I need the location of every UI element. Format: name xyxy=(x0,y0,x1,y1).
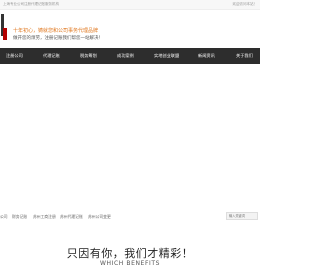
search-input[interactable] xyxy=(226,212,258,220)
top-bar-welcome[interactable]: 欢迎访问本站！ xyxy=(233,2,258,7)
nav-item-register-company[interactable]: 注册公司 xyxy=(6,48,23,64)
banner-area xyxy=(0,64,260,208)
top-bar-text: 上海专业公司注册代理记账服务机构 xyxy=(3,2,59,6)
nav-item-startup-alliance[interactable]: 实地创业联盟 xyxy=(154,48,179,64)
category-links: 公司 财务记账 苏州工商注册 苏州代理记账 苏州公司变更 xyxy=(0,212,260,222)
category-link[interactable]: 财务记账 xyxy=(12,214,27,220)
main-nav: 注册公司 代理记账 税务筹划 成功案例 实地创业联盟 新闻资讯 关于我们 xyxy=(0,48,260,64)
site-header: 十年初心，铸就您和公司事务代理品牌 做开您的烦劳，注册记账我们帮您一站解决！ xyxy=(0,10,260,48)
logo-mark-red xyxy=(3,28,7,40)
slogan-primary: 十年初心，铸就您和公司事务代理品牌 xyxy=(13,28,99,34)
nav-item-bookkeeping[interactable]: 代理记账 xyxy=(43,48,60,64)
nav-item-tax-planning[interactable]: 税务筹划 xyxy=(80,48,97,64)
logo[interactable] xyxy=(0,14,7,44)
top-bar: 上海专业公司注册代理记账服务机构 欢迎访问本站！ xyxy=(0,0,260,10)
section-title: 只因有你，我们才精彩！ xyxy=(66,247,194,260)
nav-item-cases[interactable]: 成功案例 xyxy=(117,48,134,64)
nav-item-about[interactable]: 关于我们 xyxy=(236,48,253,64)
category-link[interactable]: 苏州公司变更 xyxy=(88,214,111,220)
category-link[interactable]: 苏州代理记账 xyxy=(60,214,83,220)
slogan-secondary: 做开您的烦劳，注册记账我们帮您一站解决！ xyxy=(13,36,103,41)
category-link[interactable]: 公司 xyxy=(0,214,8,220)
category-link[interactable]: 苏州工商注册 xyxy=(33,214,56,220)
section-subtitle: WHICH BENEFITS xyxy=(99,260,161,267)
nav-item-news[interactable]: 新闻资讯 xyxy=(198,48,215,64)
